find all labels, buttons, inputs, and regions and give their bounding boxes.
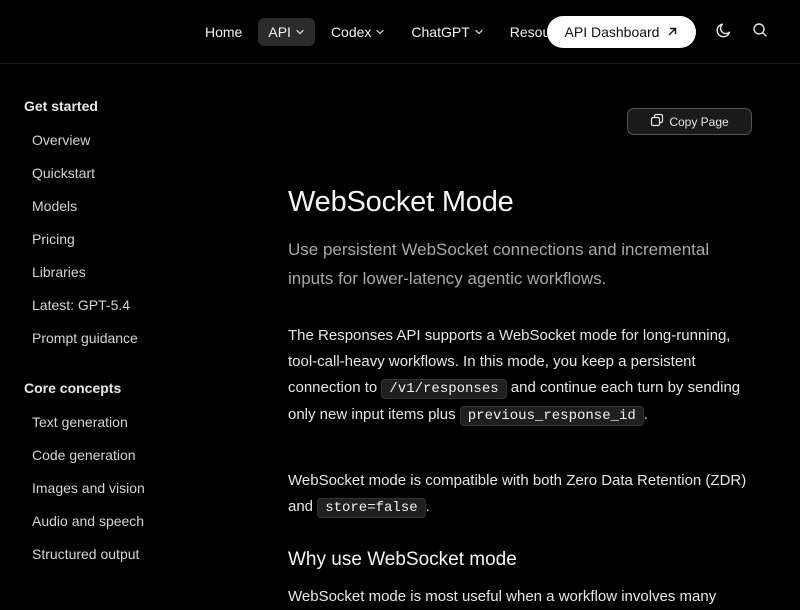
intro-text-3: . [643,406,648,423]
sidebar-section-get-started: Get started [24,98,98,114]
sidebar-item-latest[interactable]: Latest: GPT-5.4 [32,297,130,313]
sidebar: Get started Overview Quickstart Models P… [0,64,260,600]
nav-api-label: API [268,24,291,40]
nav-api[interactable]: API [258,18,315,46]
api-dashboard-button[interactable]: API Dashboard [547,16,696,48]
page-subtitle: Use persistent WebSocket connections and… [288,240,710,288]
nav-codex[interactable]: Codex [321,18,395,46]
search-icon [752,22,768,43]
theme-toggle-button[interactable] [714,22,734,42]
arrow-up-right-icon [667,24,678,40]
api-dashboard-label: API Dashboard [564,24,660,40]
inline-code-endpoint: /v1/responses [381,379,507,399]
moon-icon [715,21,733,44]
inline-code-store-false: store=false [317,498,426,518]
zdr-text-2: . [425,498,430,515]
sidebar-item-audio-and-speech[interactable]: Audio and speech [32,513,144,529]
intro-paragraph: The Responses API supports a WebSocket m… [288,323,758,429]
copy-page-button[interactable]: Copy Page [627,108,752,135]
sidebar-item-pricing[interactable]: Pricing [32,231,75,247]
sidebar-item-code-generation[interactable]: Code generation [32,447,136,463]
inline-code-previous-response-id: previous_response_id [459,406,644,426]
top-bar: Home API Codex ChatGPT Resou API Dashboa… [0,0,800,64]
chevron-down-icon [474,27,484,37]
sidebar-section-core-concepts: Core concepts [24,380,122,396]
top-nav: Home API Codex ChatGPT Resou [195,18,555,46]
sidebar-item-images-and-vision[interactable]: Images and vision [32,480,145,496]
nav-chatgpt-label: ChatGPT [411,24,470,40]
sidebar-item-structured-output[interactable]: Structured output [32,546,139,562]
sidebar-item-libraries[interactable]: Libraries [32,264,86,280]
copy-page-label: Copy Page [669,114,729,129]
zdr-paragraph: WebSocket mode is compatible with both Z… [288,468,758,521]
sidebar-item-quickstart[interactable]: Quickstart [32,165,95,181]
nav-home[interactable]: Home [195,18,252,46]
sidebar-item-models[interactable]: Models [32,198,77,214]
chevron-down-icon [295,27,305,37]
sidebar-item-text-generation[interactable]: Text generation [32,414,128,430]
page-title: WebSocket Mode [288,186,514,218]
copy-icon [650,113,664,130]
nav-resources-label: Resou [509,24,551,40]
sidebar-item-prompt-guidance[interactable]: Prompt guidance [32,330,138,346]
search-button[interactable] [750,22,770,42]
nav-codex-label: Codex [330,24,372,40]
sidebar-item-overview[interactable]: Overview [32,132,90,148]
section-heading: Why use WebSocket mode [288,549,517,570]
why-paragraph: WebSocket mode is most useful when a wor… [288,588,717,605]
nav-chatgpt[interactable]: ChatGPT [401,18,493,46]
chevron-down-icon [375,27,385,37]
nav-home-label: Home [205,24,243,40]
